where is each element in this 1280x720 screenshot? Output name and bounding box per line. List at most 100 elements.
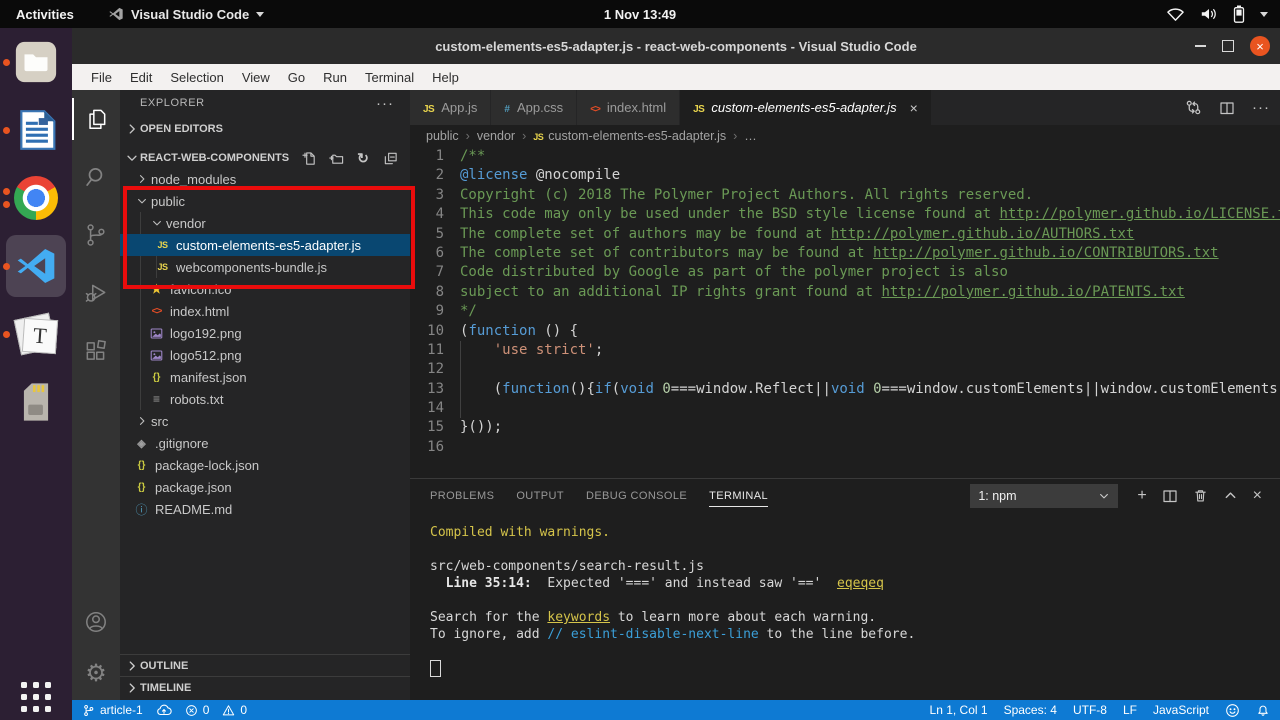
tree-item-vendor[interactable]: vendor bbox=[120, 212, 410, 234]
new-folder-icon[interactable] bbox=[328, 150, 344, 166]
menu-item-help[interactable]: Help bbox=[423, 64, 468, 90]
minimize-button[interactable] bbox=[1195, 45, 1206, 47]
volume-icon[interactable] bbox=[1200, 6, 1218, 22]
clock[interactable]: 1 Nov 13:49 bbox=[0, 0, 1280, 28]
dock-item-chrome-app[interactable] bbox=[0, 164, 72, 232]
tree-item-logo512.png[interactable]: logo512.png bbox=[120, 344, 410, 366]
outline-section[interactable]: OUTLINE bbox=[120, 654, 410, 677]
status-item-ln-1-col-1[interactable]: Ln 1, Col 1 bbox=[930, 703, 988, 717]
tree-item-favicon.ico[interactable]: ★favicon.ico bbox=[120, 278, 410, 300]
css-file-icon: # bbox=[504, 100, 510, 115]
status-item-lf[interactable]: LF bbox=[1123, 703, 1137, 717]
tree-item-logo192.png[interactable]: logo192.png bbox=[120, 322, 410, 344]
split-terminal-icon[interactable] bbox=[1162, 488, 1178, 504]
kill-terminal-icon[interactable] bbox=[1193, 488, 1208, 503]
breadcrumb-item[interactable]: vendor bbox=[477, 129, 515, 143]
tree-item-robots.txt[interactable]: ≡robots.txt bbox=[120, 388, 410, 410]
timeline-section[interactable]: TIMELINE bbox=[120, 676, 410, 699]
status-item-bell[interactable] bbox=[1256, 703, 1270, 717]
code-editor[interactable]: 1/**2@license @nocompile3Copyright (c) 2… bbox=[410, 147, 1280, 478]
show-applications-button[interactable] bbox=[21, 682, 51, 712]
sidebar-more-actions-icon[interactable]: ··· bbox=[376, 95, 394, 112]
collapse-all-icon[interactable] bbox=[382, 150, 398, 166]
menu-item-go[interactable]: Go bbox=[279, 64, 314, 90]
panel-tab-problems[interactable]: PROBLEMS bbox=[430, 479, 494, 512]
tree-item-package-lock.json[interactable]: {}package-lock.json bbox=[120, 454, 410, 476]
menu-item-file[interactable]: File bbox=[82, 64, 121, 90]
refresh-icon[interactable]: ↻ bbox=[355, 150, 371, 166]
activity-item-settings[interactable]: ⚙ bbox=[72, 648, 120, 700]
activity-item-explorer[interactable] bbox=[72, 90, 120, 148]
editor-tab-App.js[interactable]: JSApp.js bbox=[410, 90, 491, 125]
new-file-icon[interactable] bbox=[301, 150, 317, 166]
status-item-sync-cloud[interactable] bbox=[156, 702, 172, 718]
tree-item-manifest.json[interactable]: {}manifest.json bbox=[120, 366, 410, 388]
maximize-panel-icon[interactable] bbox=[1223, 488, 1238, 503]
dock-item-sdcard-app[interactable] bbox=[0, 368, 72, 436]
dock-item-writer-app[interactable] bbox=[0, 96, 72, 164]
open-changes-icon[interactable] bbox=[1185, 99, 1202, 116]
editor-tab-App.css[interactable]: #App.css bbox=[491, 90, 577, 125]
dock-item-vscode-app[interactable] bbox=[0, 232, 72, 300]
system-menu-chevron-icon[interactable] bbox=[1260, 12, 1268, 17]
editor-tab-index.html[interactable]: <>index.html bbox=[577, 90, 680, 125]
breadcrumb-item[interactable]: … bbox=[744, 129, 757, 143]
code-line-12: 12 bbox=[410, 360, 1280, 379]
terminal-output[interactable]: Compiled with warnings. src/web-componen… bbox=[410, 512, 1280, 700]
status-item-javascript[interactable]: JavaScript bbox=[1153, 703, 1209, 717]
breadcrumb-separator-icon: › bbox=[522, 129, 526, 143]
close-panel-icon[interactable]: × bbox=[1253, 488, 1262, 504]
activity-item-run-debug[interactable] bbox=[72, 264, 120, 322]
editor-more-actions-icon[interactable]: ··· bbox=[1252, 99, 1270, 116]
terminal-select[interactable]: 1: npm bbox=[970, 484, 1118, 508]
menu-item-view[interactable]: View bbox=[233, 64, 279, 90]
tree-item-custom-elements-es5-adapter.js[interactable]: JScustom-elements-es5-adapter.js bbox=[120, 234, 410, 256]
indent-guide bbox=[460, 341, 461, 418]
tree-item-node_modules[interactable]: node_modules bbox=[120, 168, 410, 190]
tree-item-public[interactable]: public bbox=[120, 190, 410, 212]
status-item-spaces-4[interactable]: Spaces: 4 bbox=[1004, 703, 1057, 717]
tree-item-package.json[interactable]: {}package.json bbox=[120, 476, 410, 498]
terminal-line: To ignore, add // eslint-disable-next-li… bbox=[430, 626, 1280, 643]
workspace-section[interactable]: REACT-WEB-COMPONENTS ↻ bbox=[120, 148, 410, 168]
activity-item-account[interactable] bbox=[72, 596, 120, 648]
panel-tab-output[interactable]: OUTPUT bbox=[516, 479, 564, 512]
menu-item-terminal[interactable]: Terminal bbox=[356, 64, 423, 90]
tree-item-index.html[interactable]: <>index.html bbox=[120, 300, 410, 322]
status-item-error-circle[interactable]: 0 bbox=[185, 703, 210, 717]
breadcrumb-item[interactable]: JScustom-elements-es5-adapter.js bbox=[533, 129, 726, 143]
close-tab-icon[interactable]: × bbox=[910, 100, 918, 116]
tree-item-.gitignore[interactable]: ◈.gitignore bbox=[120, 432, 410, 454]
tree-item-src[interactable]: src bbox=[120, 410, 410, 432]
new-terminal-icon[interactable]: + bbox=[1137, 488, 1146, 504]
menu-item-selection[interactable]: Selection bbox=[161, 64, 232, 90]
panel-tab-terminal[interactable]: TERMINAL bbox=[709, 479, 768, 512]
tree-item-label: logo512.png bbox=[170, 348, 242, 363]
tree-item-webcomponents-bundle.js[interactable]: JSwebcomponents-bundle.js bbox=[120, 256, 410, 278]
tree-item-README.md[interactable]: ⓘREADME.md bbox=[120, 498, 410, 520]
status-item-git-branch[interactable]: article-1 bbox=[82, 703, 143, 717]
dock-item-files-app[interactable] bbox=[0, 28, 72, 96]
status-item-warning-triangle[interactable]: 0 bbox=[222, 703, 247, 717]
menu-item-run[interactable]: Run bbox=[314, 64, 356, 90]
js-file-icon: JS bbox=[155, 262, 170, 272]
split-editor-icon[interactable] bbox=[1219, 100, 1235, 116]
status-item-utf-8[interactable]: UTF-8 bbox=[1073, 703, 1107, 717]
menu-item-edit[interactable]: Edit bbox=[121, 64, 161, 90]
activity-item-source-control[interactable] bbox=[72, 206, 120, 264]
editor-tab-custom-elements-es5-adapter.js[interactable]: JScustom-elements-es5-adapter.js× bbox=[680, 90, 932, 125]
breadcrumb-item[interactable]: public bbox=[426, 129, 459, 143]
activity-item-extensions[interactable] bbox=[72, 322, 120, 380]
close-button[interactable]: × bbox=[1250, 36, 1270, 56]
dock-item-texteditor-app[interactable]: T bbox=[0, 300, 72, 368]
battery-icon[interactable] bbox=[1233, 5, 1245, 23]
window-titlebar[interactable]: custom-elements-es5-adapter.js - react-w… bbox=[72, 28, 1280, 64]
open-editors-section[interactable]: OPEN EDITORS bbox=[120, 118, 410, 140]
terminal-line bbox=[430, 660, 1280, 679]
status-item-feedback[interactable] bbox=[1225, 703, 1240, 718]
activity-item-search[interactable] bbox=[72, 148, 120, 206]
panel-tab-debug-console[interactable]: DEBUG CONSOLE bbox=[586, 479, 687, 512]
tab-label: App.js bbox=[441, 100, 477, 115]
wifi-icon[interactable] bbox=[1166, 6, 1185, 22]
maximize-button[interactable] bbox=[1222, 40, 1234, 52]
